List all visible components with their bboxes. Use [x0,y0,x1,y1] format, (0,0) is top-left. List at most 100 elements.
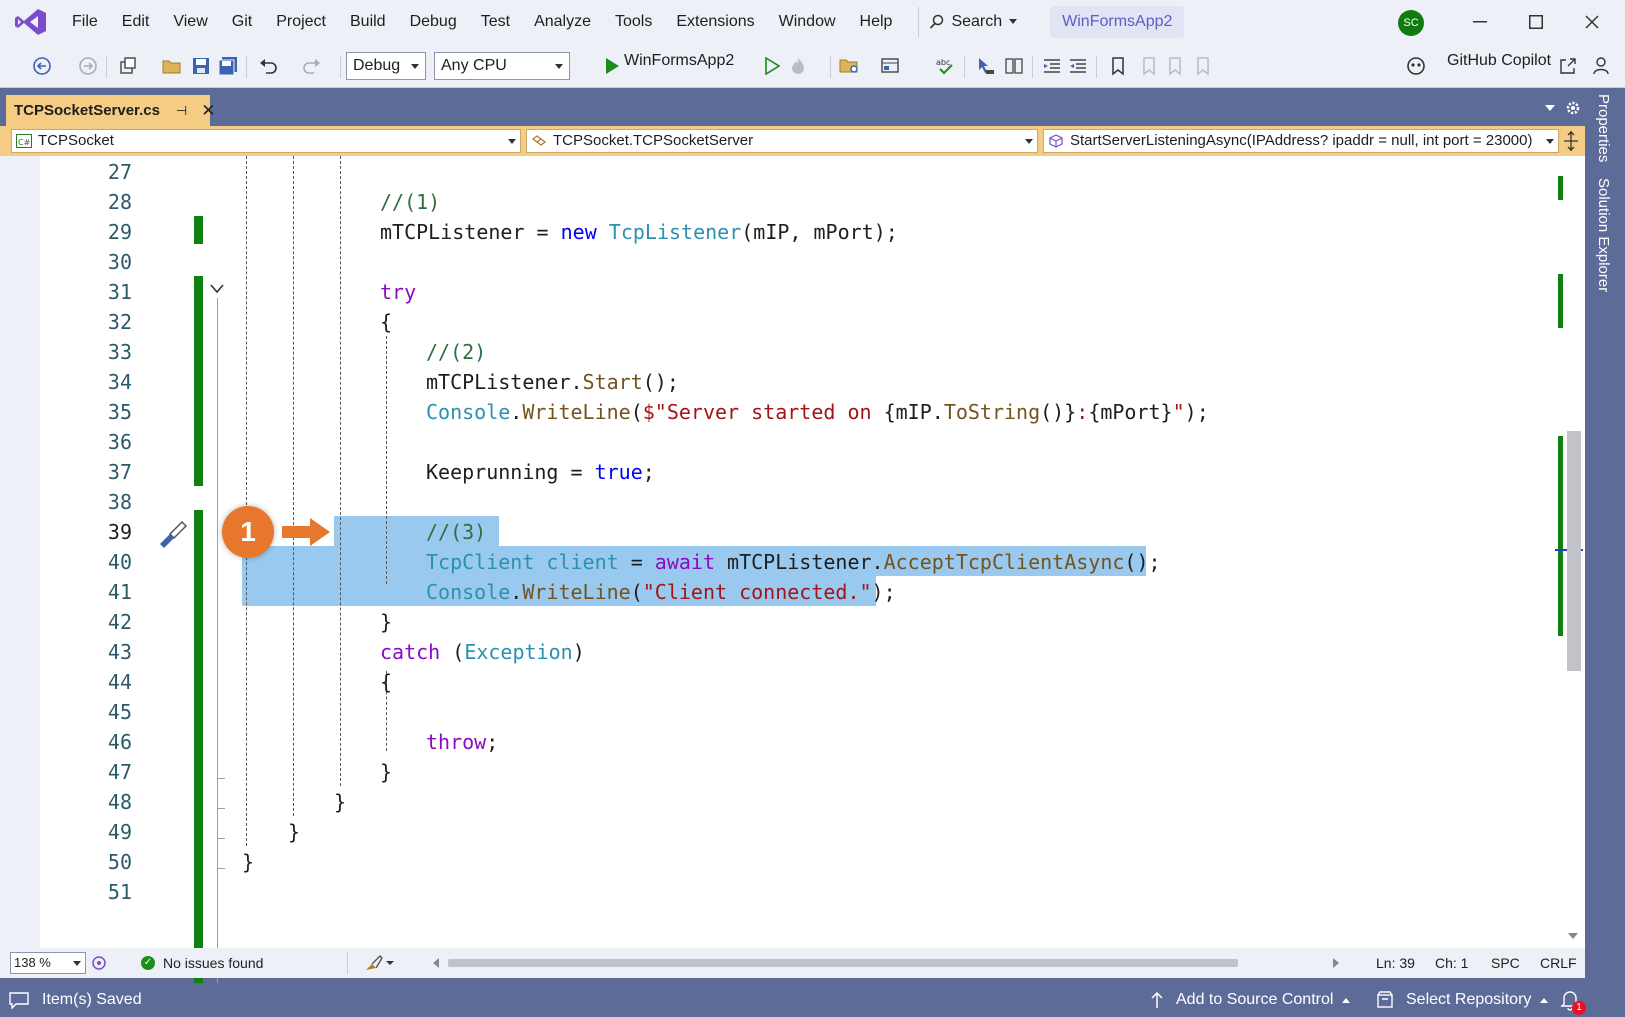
share-button[interactable] [1556,54,1580,78]
code-line[interactable]: try [380,280,416,304]
add-to-source-control-button[interactable]: Add to Source Control [1150,991,1351,1009]
menu-project[interactable]: Project [264,0,338,44]
menu-help[interactable]: Help [848,0,905,44]
menu-edit[interactable]: Edit [110,0,162,44]
code-editor[interactable]: 1 27 28 //(1) 29 mTCPListener = new TcpListe… [0,156,1585,1017]
menu-test[interactable]: Test [469,0,522,44]
code-line[interactable]: //(1) [380,190,440,214]
spell-check-button[interactable]: abc [934,54,958,78]
save-all-button[interactable] [216,54,240,78]
toggle-bookmark-button[interactable] [1106,54,1130,78]
character-indicator[interactable]: Ch: 1 [1435,955,1468,971]
indent-button[interactable] [1066,54,1090,78]
hot-reload-button[interactable] [786,54,810,78]
code-line[interactable]: } [288,820,300,844]
settings-gear-icon[interactable] [1565,100,1581,116]
github-copilot-label[interactable]: GitHub Copilot [1447,52,1551,70]
pin-icon[interactable]: ⊣ [176,103,187,119]
glyph-margin[interactable] [0,156,40,948]
quick-actions-screwdriver-icon[interactable] [158,520,188,550]
close-window-button[interactable] [1562,0,1622,44]
new-project-button[interactable] [116,54,140,78]
tab-list-dropdown-icon[interactable] [1544,104,1556,112]
vertical-scrollbar[interactable] [1555,156,1585,948]
collapse-region-chevron-icon[interactable] [210,284,224,294]
maximize-button[interactable] [1506,0,1566,44]
account-avatar[interactable]: SC [1398,10,1424,36]
zoom-dropdown[interactable]: 138 % [10,952,86,974]
forward-navigation-button[interactable] [76,54,100,78]
start-without-debugging-button[interactable] [760,54,784,78]
code-line[interactable]: //(2) [426,340,486,364]
scroll-thumb[interactable] [1567,431,1581,671]
outdent-button[interactable] [1040,54,1064,78]
type-dropdown[interactable]: TCPSocket.TCPSocketServer [526,129,1038,153]
code-line[interactable]: mTCPListener.Start(); [426,370,679,394]
undo-button[interactable] [256,54,280,78]
start-debugging-button[interactable] [600,54,624,78]
code-line[interactable]: mTCPListener = new TcpListener(mIP, mPor… [380,220,898,244]
back-navigation-button[interactable] [30,54,54,78]
issues-indicator[interactable]: ✓ No issues found [141,955,263,971]
code-line[interactable]: TcpClient client = await mTCPListener.Ac… [426,550,1161,574]
menu-analyze[interactable]: Analyze [522,0,603,44]
menu-tools[interactable]: Tools [603,0,664,44]
browse-folder-button[interactable] [838,54,862,78]
redo-button[interactable] [300,54,324,78]
intellicode-icon[interactable] [90,954,108,972]
project-dropdown[interactable]: C# TCPSocket [11,129,521,153]
scroll-right-arrow-icon[interactable] [1332,957,1340,969]
clear-bookmarks-button[interactable] [1192,54,1216,78]
solution-platform-dropdown[interactable]: Any CPU [434,52,570,80]
menu-window[interactable]: Window [767,0,848,44]
copilot-icon-button[interactable] [1404,54,1428,78]
solution-explorer-tab[interactable]: Solution Explorer [1595,178,1612,292]
properties-tab[interactable]: Properties [1595,94,1612,162]
code-line[interactable]: } [380,760,392,784]
compare-button[interactable] [1002,54,1026,78]
save-button[interactable] [189,54,213,78]
menu-extensions[interactable]: Extensions [664,0,766,44]
menu-debug[interactable]: Debug [398,0,469,44]
visual-studio-logo-icon[interactable] [14,7,48,37]
menu-git[interactable]: Git [220,0,264,44]
previous-bookmark-button[interactable] [1136,54,1160,78]
whitespace-indicator[interactable]: SPC [1491,955,1520,971]
horizontal-scrollbar-thumb[interactable] [448,959,1238,967]
notifications-button[interactable]: 1 [1560,989,1594,1015]
code-line[interactable]: throw; [426,730,498,754]
solution-configuration-dropdown[interactable]: Debug [346,52,426,80]
feedback-button[interactable] [1590,54,1614,78]
code-line[interactable]: { [380,670,392,694]
menu-view[interactable]: View [161,0,219,44]
code-line[interactable]: { [380,310,392,334]
run-target-label[interactable]: WinFormsApp2 [624,52,734,70]
code-line[interactable]: } [334,790,346,814]
select-repository-button[interactable]: Select Repository [1376,991,1549,1009]
code-line[interactable]: } [380,610,392,634]
search-box[interactable]: Search [918,7,1028,37]
open-file-button[interactable] [160,54,184,78]
menu-build[interactable]: Build [338,0,398,44]
code-line[interactable]: //(3) [426,520,486,544]
code-line[interactable]: } [242,850,254,874]
document-tab-tcpsocketserver[interactable]: TCPSocketServer.cs ⊣ ✕ [6,95,216,126]
layout-button[interactable] [878,54,902,78]
member-dropdown[interactable]: StartServerListeningAsync(IPAddress? ipa… [1043,129,1559,153]
line-number-indicator[interactable]: Ln: 39 [1376,955,1415,971]
menu-file[interactable]: File [60,0,110,44]
solution-name-badge[interactable]: WinFormsApp2 [1050,6,1185,38]
code-line[interactable]: catch (Exception) [380,640,585,664]
code-cleanup-brush-icon[interactable] [364,954,394,972]
minimize-button[interactable] [1450,0,1510,44]
next-bookmark-button[interactable] [1164,54,1188,78]
scroll-down-arrow-icon[interactable] [1567,932,1579,940]
code-line[interactable]: Console.WriteLine("Client connected."); [426,580,896,604]
select-element-button[interactable] [974,54,998,78]
line-ending-indicator[interactable]: CRLF [1540,955,1577,971]
close-tab-icon[interactable]: ✕ [201,101,215,121]
code-line[interactable]: Console.WriteLine($"Server started on {m… [426,400,1209,424]
split-window-icon[interactable] [1563,130,1579,152]
code-line[interactable]: Keeprunning = true; [426,460,655,484]
scroll-left-arrow-icon[interactable] [432,957,440,969]
